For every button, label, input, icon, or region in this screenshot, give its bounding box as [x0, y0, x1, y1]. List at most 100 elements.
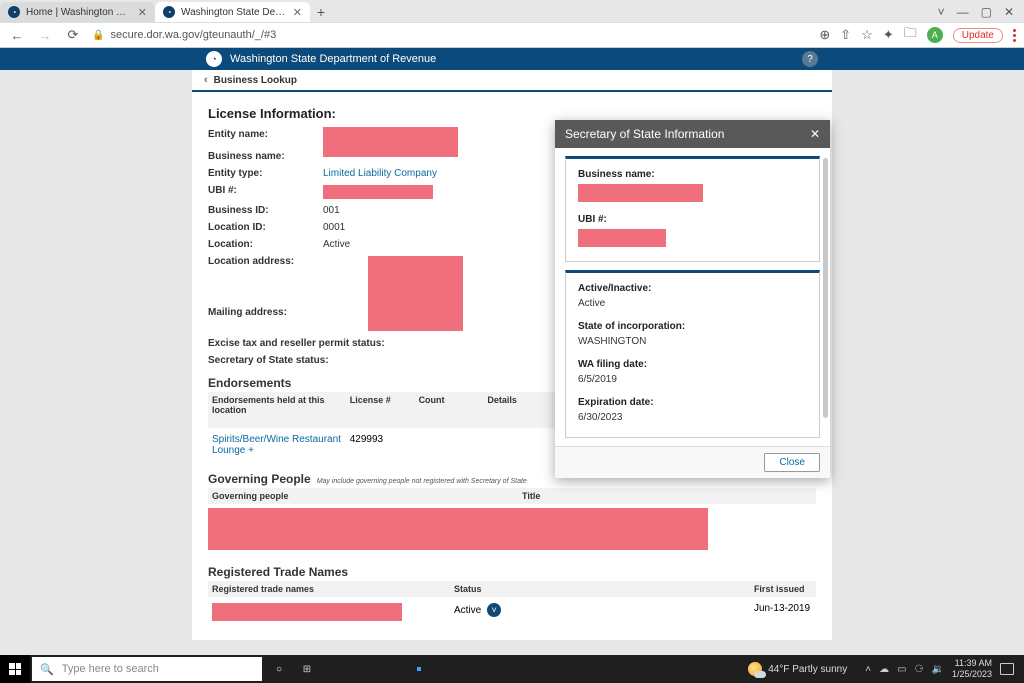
- trade-row: Active˅ Jun-13-2019: [208, 597, 816, 630]
- profile-avatar[interactable]: A: [927, 27, 943, 43]
- weather-text: 44°F Partly sunny: [768, 664, 847, 675]
- sos-status-label: Secretary of State status:: [208, 355, 329, 366]
- redacted-address: [368, 256, 463, 331]
- col-license: License #: [350, 395, 419, 425]
- favicon: ◔: [163, 6, 175, 18]
- modal-close-icon[interactable]: ✕: [810, 127, 820, 141]
- col-count: Count: [419, 395, 488, 425]
- task-view-icon[interactable]: ⊞: [294, 655, 320, 683]
- update-button[interactable]: Update: [953, 28, 1003, 43]
- maximize-icon[interactable]: ▢: [981, 5, 992, 19]
- modal-biz-label: Business name:: [578, 169, 807, 180]
- endorsement-count: [419, 434, 488, 456]
- dropdown-icon[interactable]: ˅: [487, 603, 501, 617]
- tray-chevron-icon[interactable]: ˄: [865, 664, 871, 675]
- modal-close-button[interactable]: Close: [764, 453, 820, 472]
- trade-first-issued: Jun-13-2019: [754, 603, 812, 624]
- volume-icon[interactable]: 🔉: [932, 664, 944, 675]
- trade-heading: Registered Trade Names: [208, 565, 816, 579]
- modal-state-label: State of incorporation:: [578, 321, 807, 332]
- breadcrumb-label: Business Lookup: [214, 75, 297, 86]
- browser-tab-1[interactable]: ◔ Home | Washington Department ✕: [0, 2, 155, 22]
- modal-ubi-label: UBI #:: [578, 214, 807, 225]
- redacted-ubi: [323, 185, 433, 199]
- col-endorsements: Endorsements held at this location: [212, 395, 350, 425]
- col-governing-people: Governing people: [212, 491, 522, 501]
- trade-header-row: Registered trade names Status First issu…: [208, 581, 816, 597]
- close-window-icon[interactable]: ✕: [1004, 5, 1014, 19]
- weather-icon: [748, 662, 762, 676]
- chrome-icon[interactable]: [434, 655, 460, 683]
- business-name-label: Business name:: [208, 151, 323, 162]
- excise-label: Excise tax and reseller permit status:: [208, 338, 385, 349]
- new-tab-button[interactable]: +: [310, 2, 332, 22]
- onedrive-icon[interactable]: ☁: [879, 664, 889, 675]
- battery-icon[interactable]: ▭: [897, 664, 906, 675]
- governing-title: Governing People: [208, 472, 311, 486]
- modal-title: Secretary of State Information: [565, 127, 724, 141]
- redacted-trade-name: [212, 603, 402, 621]
- clock-time: 11:39 AM: [952, 658, 992, 669]
- taskbar-search[interactable]: 🔍 Type here to search: [32, 657, 262, 681]
- tab-close-icon[interactable]: ✕: [138, 6, 147, 19]
- lock-icon: 🔒: [92, 30, 104, 41]
- modal-scrollbar[interactable]: [823, 158, 828, 418]
- star-icon[interactable]: ☆: [861, 27, 873, 43]
- breadcrumb[interactable]: ‹ Business Lookup: [192, 70, 832, 92]
- col-trade-first: First issued: [754, 584, 812, 594]
- mail-icon[interactable]: [378, 655, 404, 683]
- governing-header-row: Governing people Title: [208, 488, 816, 504]
- location-value: Active: [323, 239, 350, 250]
- minimize-icon[interactable]: —: [957, 5, 969, 19]
- tab-close-icon[interactable]: ✕: [293, 6, 302, 19]
- start-button[interactable]: [0, 655, 30, 683]
- taskbar-clock[interactable]: 11:39 AM 1/25/2023: [952, 658, 992, 680]
- ubi-label: UBI #:: [208, 185, 323, 199]
- tab-title: Washington State Department of: [181, 7, 287, 18]
- modal-active-label: Active/Inactive:: [578, 283, 807, 294]
- clock-date: 1/25/2023: [952, 669, 992, 680]
- modal-exp-value: 6/30/2023: [578, 412, 807, 423]
- onenote-icon[interactable]: [462, 655, 488, 683]
- notifications-icon[interactable]: [1000, 663, 1014, 675]
- help-icon[interactable]: ?: [802, 51, 818, 67]
- chevron-down-icon[interactable]: ˅: [938, 5, 945, 19]
- location-id-value: 0001: [323, 222, 345, 233]
- license-info-heading: License Information:: [208, 106, 816, 121]
- col-trade-name: Registered trade names: [212, 584, 454, 594]
- search-placeholder: Type here to search: [62, 663, 159, 675]
- file-explorer-icon[interactable]: [350, 655, 376, 683]
- redacted-modal-ubi: [578, 229, 666, 247]
- mailing-address-label: Mailing address:: [208, 307, 323, 318]
- edge-icon[interactable]: [322, 655, 348, 683]
- address-bar[interactable]: 🔒 secure.dor.wa.gov/gteunauth/_/#3: [92, 29, 809, 41]
- business-id-value: 001: [323, 205, 340, 216]
- entity-type-link[interactable]: Limited Liability Company: [323, 168, 437, 179]
- back-button[interactable]: ←: [8, 26, 26, 44]
- zoom-icon[interactable]: ⊕: [819, 27, 830, 43]
- page-title: Washington State Department of Revenue: [230, 53, 436, 65]
- share-icon[interactable]: ⇧: [840, 27, 851, 43]
- redacted-entity-name: [323, 127, 458, 157]
- endorsement-link[interactable]: Spirits/Beer/Wine Restaurant Lounge +: [212, 434, 350, 456]
- cortana-icon[interactable]: ○: [266, 655, 292, 683]
- modal-filing-value: 6/5/2019: [578, 374, 807, 385]
- search-icon: 🔍: [40, 663, 54, 676]
- store-icon[interactable]: [406, 655, 432, 683]
- forward-button[interactable]: →: [36, 26, 54, 44]
- browser-tab-2[interactable]: ◔ Washington State Department of ✕: [155, 2, 310, 22]
- wifi-icon[interactable]: ⚆: [915, 664, 924, 675]
- weather-widget[interactable]: 44°F Partly sunny: [748, 662, 847, 676]
- redacted-modal-biz: [578, 184, 703, 202]
- reload-button[interactable]: ⟳: [64, 26, 82, 44]
- endorsement-license: 429993: [350, 434, 419, 456]
- col-title: Title: [522, 491, 722, 501]
- favicon: ◔: [8, 6, 20, 18]
- breadcrumb-back-icon[interactable]: ‹: [204, 74, 208, 86]
- taskbar: 🔍 Type here to search ○ ⊞ 44°F Partly su…: [0, 655, 1024, 683]
- entity-type-label: Entity type:: [208, 168, 323, 179]
- modal-active-value: Active: [578, 298, 807, 309]
- extensions-icon[interactable]: ✦: [883, 27, 894, 43]
- chrome-menu-icon[interactable]: [1013, 29, 1016, 42]
- bookmark-folder-icon[interactable]: 🗀: [904, 24, 917, 46]
